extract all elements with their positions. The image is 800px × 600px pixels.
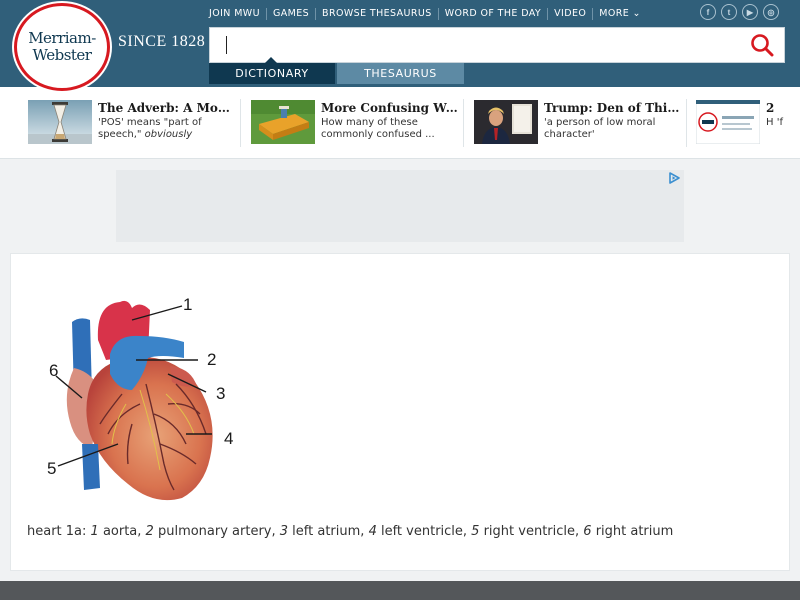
story-divider: [686, 99, 687, 147]
adchoices-icon[interactable]: [668, 172, 680, 184]
diagram-label-5: 5: [47, 459, 56, 478]
merriam-webster-logo[interactable]: Merriam- Webster: [14, 3, 110, 91]
caption-part: left atrium,: [288, 524, 369, 539]
nav-more-label: MORE: [599, 8, 630, 19]
caption-number: 1: [90, 524, 99, 539]
instagram-icon[interactable]: ◎: [763, 4, 779, 20]
diagram-caption: heart 1a: 1 aorta, 2 pulmonary artery, 3…: [27, 524, 673, 539]
nav-join-mwu[interactable]: JOIN MWU: [209, 8, 266, 20]
story-subtitle: 'POS' means "part of speech," obviously: [98, 117, 236, 141]
portrait-thumbnail: [474, 100, 538, 144]
search-mode-tabs: DICTIONARY THESAURUS: [209, 57, 464, 84]
caption-number: 3: [279, 524, 289, 539]
text-cursor: [226, 36, 227, 54]
tab-thesaurus[interactable]: THESAURUS: [337, 63, 464, 84]
illustration-card: 1 2 3 4 5 6 heart 1a: 1 aorta, 2 pulmona…: [10, 253, 790, 571]
facebook-icon[interactable]: f: [700, 4, 716, 20]
nav-video[interactable]: VIDEO: [547, 8, 592, 20]
story-card-confusing-words[interactable]: More Confusing Wo... How many of these c…: [251, 100, 459, 146]
story-subtitle: 'a person of low moral character': [544, 117, 656, 140]
since-tagline: SINCE 1828: [118, 33, 206, 50]
diagram-label-6: 6: [49, 361, 58, 380]
story-card-trump[interactable]: Trump: Den of Thie... 'a person of low m…: [474, 100, 682, 146]
youtube-icon[interactable]: ▶: [742, 4, 758, 20]
blocks-thumbnail: [251, 100, 315, 144]
diagram-label-2: 2: [207, 350, 216, 369]
top-navigation: JOIN MWU GAMES BROWSE THESAURUS WORD OF …: [209, 6, 647, 22]
caption-prefix: heart 1a:: [27, 524, 91, 539]
diagram-label-1: 1: [183, 295, 192, 314]
story-strip: The Adverb: A Most ... 'POS' means "part…: [0, 87, 800, 159]
nav-browse-thesaurus[interactable]: BROWSE THESAURUS: [315, 8, 438, 20]
story-card-partial[interactable]: 2 H 'f: [696, 100, 786, 146]
story-subtitle: H 'f: [766, 117, 783, 128]
caption-number: 4: [368, 524, 377, 539]
nav-more[interactable]: MORE ⌄: [592, 8, 647, 20]
advertisement-banner[interactable]: [116, 170, 684, 242]
caption-number: 2: [145, 524, 154, 539]
caption-part: right atrium: [591, 524, 674, 539]
caption-number: 6: [583, 524, 592, 539]
story-title: 2: [766, 101, 775, 115]
tab-dictionary[interactable]: DICTIONARY: [209, 57, 335, 84]
nav-games[interactable]: GAMES: [265, 8, 315, 20]
caption-part: aorta,: [98, 524, 146, 539]
story-card-adverb[interactable]: The Adverb: A Most ... 'POS' means "part…: [28, 100, 236, 146]
hourglass-thumbnail: [28, 100, 92, 144]
logo-line-1: Merriam-: [28, 29, 96, 47]
story-title: More Confusing Wo...: [321, 101, 459, 115]
search-input[interactable]: [210, 28, 740, 62]
story-title: Trump: Den of Thie...: [544, 101, 682, 115]
social-links: f t ▶ ◎: [700, 4, 779, 20]
caption-part: right ventricle,: [479, 524, 584, 539]
story-divider: [240, 99, 241, 147]
story-divider: [463, 99, 464, 147]
site-footer: [0, 581, 800, 600]
diagram-label-3: 3: [216, 384, 225, 403]
diagram-label-4: 4: [224, 429, 233, 448]
twitter-icon[interactable]: t: [721, 4, 737, 20]
nav-word-of-the-day[interactable]: WORD OF THE DAY: [437, 8, 547, 20]
newsletter-thumbnail: [696, 100, 760, 144]
heart-diagram: 1 2 3 4 5 6: [47, 295, 233, 501]
search-icon[interactable]: [750, 33, 774, 57]
caption-part: pulmonary artery,: [153, 524, 280, 539]
caption-part: left ventricle,: [376, 524, 472, 539]
search-box: [209, 27, 785, 63]
logo-line-2: Webster: [32, 46, 92, 64]
chevron-down-icon: ⌄: [629, 8, 641, 19]
story-subtitle-emphasis: obviously: [144, 129, 193, 140]
story-subtitle: How many of these commonly confused ...: [321, 117, 435, 140]
site-header: Merriam- Webster SINCE 1828 JOIN MWU GAM…: [0, 0, 800, 91]
story-title: The Adverb: A Most ...: [98, 101, 236, 115]
